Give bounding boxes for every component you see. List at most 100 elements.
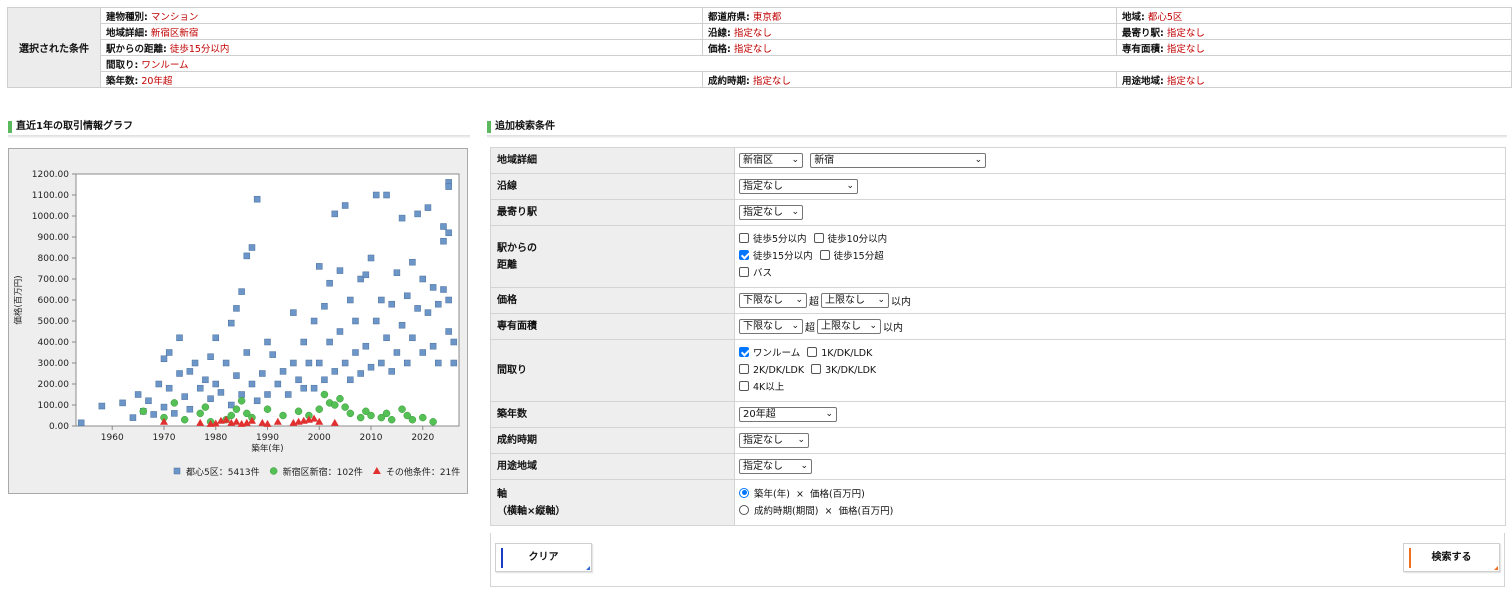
layout-option-oneroom[interactable]: ワンルーム — [739, 345, 800, 362]
form-row-period: 成約時期 指定なし ⌄ — [490, 427, 1506, 454]
distance-option-15min[interactable]: 徒歩15分以内 — [739, 248, 813, 265]
distance-option-bus[interactable]: バス — [739, 265, 772, 282]
distance-option-over15min[interactable]: 徒歩15分超 — [819, 248, 884, 265]
data-point-shinjuku — [232, 405, 241, 413]
condition-cell: 築年数: 20年超 — [100, 71, 703, 88]
x-tick-label: 1990 — [256, 433, 279, 443]
checkbox-icon — [813, 233, 824, 243]
form-row-age: 築年数 20年超 ⌄ — [490, 401, 1506, 428]
option-label: 成約時期(期間) × 価格(百万円) — [754, 505, 894, 517]
data-point-central5 — [207, 395, 214, 402]
chevron-down-icon: ⌄ — [974, 155, 983, 165]
distance-option-5min[interactable]: 徒歩5分以内 — [739, 231, 807, 248]
size-max-value: 上限なし — [821, 321, 861, 332]
data-point-central5 — [290, 309, 297, 316]
condition-value: 指定なし — [1166, 75, 1205, 87]
x-tick-label: 1960 — [101, 433, 124, 443]
data-point-central5 — [450, 338, 458, 346]
search-button[interactable]: 検索する — [1403, 543, 1500, 572]
option-label: 1K/DK/LDK — [821, 348, 873, 359]
layout-option-4k[interactable]: 4K以上 — [739, 379, 784, 396]
condition-cell: 成約時期: 指定なし — [702, 71, 1117, 88]
data-point-central5 — [316, 263, 323, 270]
within-text: 以内 — [883, 323, 903, 334]
building-age-select[interactable]: 20年超 ⌄ — [739, 407, 837, 422]
price-min-select[interactable]: 下限なし ⌄ — [739, 293, 807, 308]
axis-option-period-price[interactable]: 成約時期(期間) × 価格(百万円) — [739, 503, 1501, 520]
data-point-central5 — [336, 328, 344, 335]
option-label: 徒歩15分以内 — [753, 251, 813, 262]
data-point-central5 — [171, 410, 178, 417]
data-point-central5 — [300, 338, 307, 346]
graph-section-title: 直近1年の取引情報グラフ — [8, 120, 133, 134]
data-point-central5 — [233, 372, 240, 379]
condition-value: 指定なし — [733, 27, 772, 39]
data-point-central5 — [134, 391, 142, 398]
price-max-select[interactable]: 上限なし ⌄ — [821, 293, 889, 308]
contract-period-select[interactable]: 指定なし ⌄ — [739, 433, 809, 448]
legend-central5-label: 都心5区：5413件 — [186, 466, 260, 478]
form-row-line: 沿線 指定なし ⌄ — [490, 173, 1506, 200]
layout-option-2k[interactable]: 2K/DK/LDK — [739, 362, 804, 379]
town-select-value: 新宿 — [814, 155, 835, 166]
data-point-central5 — [383, 191, 390, 199]
data-point-central5 — [253, 195, 261, 203]
data-point-central5 — [440, 237, 447, 245]
data-point-central5 — [160, 355, 168, 363]
zoning-select[interactable]: 指定なし ⌄ — [739, 459, 812, 474]
data-point-central5 — [165, 384, 173, 392]
form-button-row: クリア 検索する — [490, 533, 1505, 587]
within-text: 以内 — [891, 297, 911, 308]
data-point-central5 — [176, 370, 183, 377]
data-point-central5 — [129, 414, 137, 421]
layout-option-3k[interactable]: 3K/DK/LDK — [811, 362, 876, 379]
data-point-central5 — [264, 391, 271, 398]
x-tick-label: 1970 — [153, 433, 176, 443]
data-point-shinjuku — [341, 403, 349, 411]
data-point-central5 — [414, 305, 421, 312]
data-point-central5 — [150, 411, 157, 418]
data-point-shinjuku — [294, 407, 303, 416]
data-point-central5 — [326, 338, 333, 346]
ward-select[interactable]: 新宿区 ⌄ — [739, 153, 803, 168]
data-point-central5 — [238, 391, 245, 398]
town-select[interactable]: 新宿 ⌄ — [810, 153, 987, 168]
condition-cell: 地域: 都心5区 — [1116, 7, 1512, 24]
legend-other-marker — [372, 467, 381, 474]
option-label: 築年(年) × 価格(百万円) — [754, 488, 865, 500]
size-min-value: 下限なし — [743, 321, 783, 332]
x-axis-label: 築年(年) — [251, 443, 283, 454]
data-point-central5 — [191, 359, 199, 367]
condition-key: 築年数: — [106, 75, 139, 87]
axis-label-line2: （横軸×縦軸） — [497, 505, 566, 517]
data-point-central5 — [233, 305, 240, 312]
data-point-shinjuku — [315, 405, 324, 413]
distance-option-10min[interactable]: 徒歩10分以内 — [813, 231, 888, 248]
data-point-central5 — [259, 370, 266, 377]
size-min-select[interactable]: 下限なし ⌄ — [739, 319, 803, 334]
graph-title-underline — [8, 135, 470, 138]
size-max-select[interactable]: 上限なし ⌄ — [817, 319, 881, 334]
condition-value: 指定なし — [752, 75, 791, 87]
data-point-central5 — [248, 244, 256, 251]
data-point-central5 — [186, 368, 194, 375]
form-row-zoning: 用途地域 指定なし ⌄ — [490, 453, 1506, 480]
option-label: 徒歩10分以内 — [827, 234, 888, 245]
condition-value: 都心5区 — [1147, 11, 1183, 23]
line-select[interactable]: 指定なし ⌄ — [739, 179, 858, 194]
axis-option-age-price[interactable]: 築年(年) × 価格(百万円) — [739, 486, 1501, 503]
layout-option-1k[interactable]: 1K/DK/LDK — [807, 345, 872, 362]
data-point-central5 — [290, 359, 297, 367]
clear-button[interactable]: クリア — [495, 543, 592, 572]
chevron-down-icon: ⌄ — [869, 321, 877, 331]
data-point-central5 — [77, 419, 85, 427]
y-tick-label: 1100.00 — [32, 191, 69, 201]
y-tick-label: 1000.00 — [32, 212, 69, 222]
station-select[interactable]: 指定なし ⌄ — [739, 205, 803, 220]
data-point-shinjuku — [398, 405, 406, 413]
checkbox-icon — [739, 364, 749, 374]
price-min-value: 下限なし — [743, 295, 783, 306]
form-row-size: 専有面積 下限なし ⌄ 超上限なし ⌄ 以内 — [490, 313, 1506, 340]
data-point-central5 — [336, 267, 344, 274]
data-point-central5 — [445, 296, 452, 304]
